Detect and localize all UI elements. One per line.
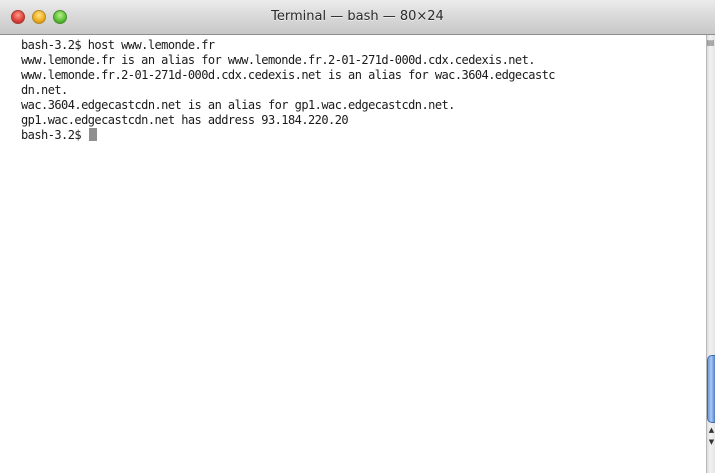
terminal-line: gp1.wac.edgecastcdn.net has address 93.1… bbox=[21, 113, 349, 127]
scroll-thumb[interactable] bbox=[707, 355, 715, 423]
title-bar[interactable]: Terminal — bash — 80×24 bbox=[0, 0, 715, 35]
prompt-line: bash-3.2$ bbox=[21, 128, 555, 143]
terminal-line: bash-3.2$ host www.lemonde.fr bbox=[21, 38, 215, 52]
scroll-down-arrow-icon[interactable]: ▼ bbox=[708, 437, 715, 447]
scroll-up-arrow-icon[interactable]: ▲ bbox=[708, 425, 715, 435]
terminal-line: www.lemonde.fr.2-01-271d-000d.cdx.cedexi… bbox=[21, 68, 556, 82]
prompt-text: bash-3.2$ bbox=[21, 128, 88, 142]
terminal-line: dn.net. bbox=[21, 83, 68, 97]
terminal-window: Terminal — bash — 80×24 bash-3.2$ host w… bbox=[0, 0, 715, 473]
text-cursor bbox=[88, 128, 97, 141]
terminal-line: wac.3604.edgecastcdn.net is an alias for… bbox=[21, 98, 455, 112]
window-title: Terminal — bash — 80×24 bbox=[271, 9, 444, 24]
terminal-line: www.lemonde.fr is an alias for www.lemon… bbox=[21, 53, 536, 67]
terminal-text-area[interactable]: bash-3.2$ host www.lemonde.fr www.lemond… bbox=[0, 35, 706, 473]
terminal-output: bash-3.2$ host www.lemonde.fr www.lemond… bbox=[21, 38, 556, 143]
split-pane-icon[interactable]: ▤ bbox=[706, 38, 715, 48]
vertical-scrollbar[interactable]: ▲ ▼ bbox=[706, 35, 715, 473]
